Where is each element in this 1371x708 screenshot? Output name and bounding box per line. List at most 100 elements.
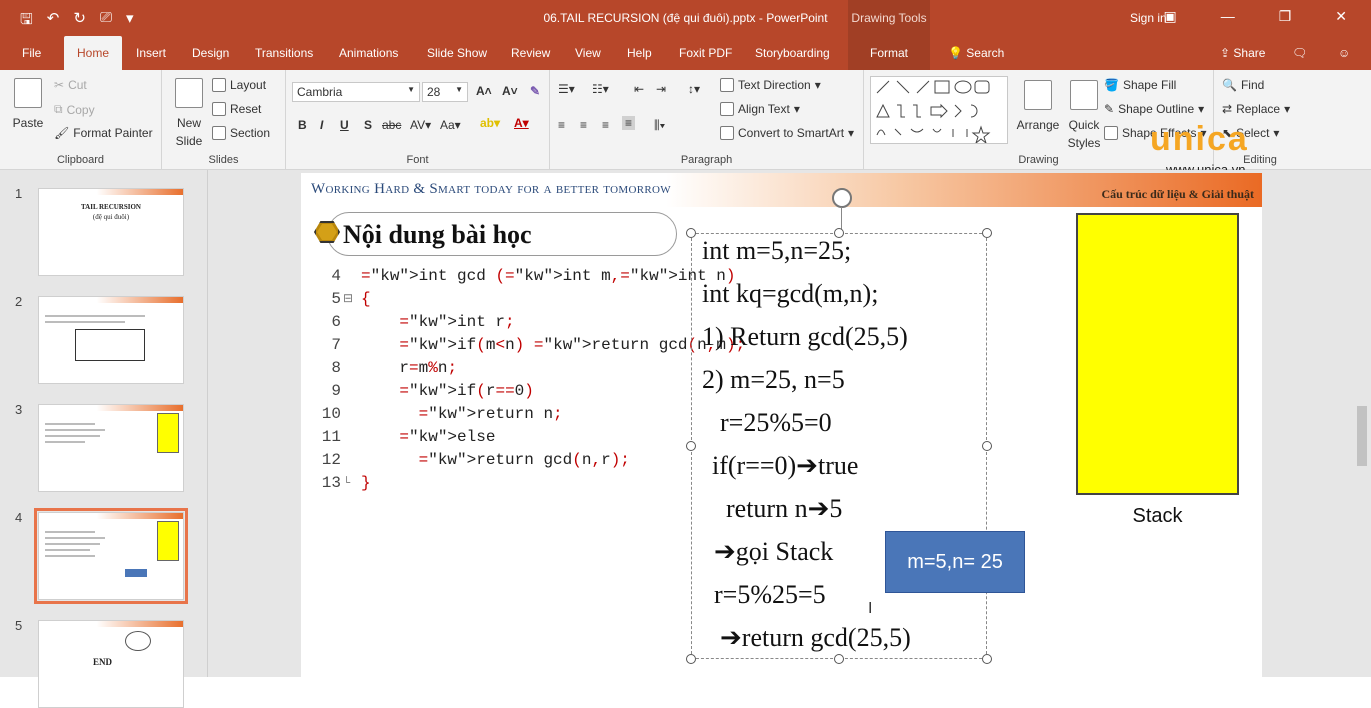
section-button[interactable]: Section	[212, 126, 270, 140]
slide-canvas[interactable]: Working Hard & Smart today for a better …	[301, 173, 1262, 677]
font-name-combo[interactable]: Cambria ▼	[292, 82, 420, 102]
convert-smartart-button[interactable]: Convert to SmartArt ▾	[720, 126, 854, 140]
resize-handle[interactable]	[686, 228, 696, 238]
columns-icon[interactable]: ⫼▾	[654, 118, 665, 133]
quick-styles-button[interactable]: Quick Styles	[1064, 80, 1104, 150]
tab-view[interactable]: View	[567, 36, 609, 70]
align-text-button[interactable]: Align Text ▾	[720, 102, 800, 116]
resize-handle[interactable]	[834, 228, 844, 238]
align-center-icon[interactable]: ≡	[580, 118, 587, 132]
window-controls: ▣ — ❐ ✕	[1163, 8, 1347, 25]
line-spacing-icon[interactable]: ↕▾	[688, 82, 700, 96]
font-color-icon[interactable]: A▾	[514, 116, 529, 130]
clear-formatting-icon[interactable]: ✎	[530, 84, 540, 98]
decrease-indent-icon[interactable]: ⇤	[634, 82, 644, 96]
align-right-icon[interactable]: ≡	[602, 118, 609, 132]
thumbnail-header-bar	[39, 405, 183, 411]
tab-review[interactable]: Review	[503, 36, 558, 70]
shape-outline-button[interactable]: ✎ Shape Outline ▾	[1104, 102, 1204, 116]
vertical-scrollbar[interactable]	[1353, 170, 1371, 677]
tab-home[interactable]: Home	[64, 36, 122, 70]
shadow-icon[interactable]: S	[364, 118, 372, 132]
line-number: 9	[331, 382, 341, 400]
tab-design[interactable]: Design	[184, 36, 237, 70]
line-number: 11	[321, 428, 341, 446]
strikethrough-icon[interactable]: abc	[382, 118, 401, 132]
numbering-icon[interactable]: ☷▾	[592, 82, 609, 96]
layout-button[interactable]: Layout	[212, 78, 266, 92]
comments-icon[interactable]: 🗨	[1284, 36, 1315, 70]
change-case-icon[interactable]: Aa▾	[440, 118, 461, 132]
justify-icon[interactable]: ≡	[622, 116, 636, 130]
tab-slide-show[interactable]: Slide Show	[419, 36, 495, 70]
copy-button[interactable]: ⧉ Copy	[54, 102, 95, 117]
text-cursor-icon: I	[868, 600, 873, 617]
paste-button[interactable]: Paste	[10, 78, 46, 130]
tell-me-search[interactable]: 💡 Search	[940, 36, 1012, 70]
highlight-icon[interactable]: ab▾	[480, 116, 500, 130]
tab-storyboarding[interactable]: Storyboarding	[747, 36, 838, 70]
slide-thumbnail-5[interactable]: END	[38, 620, 184, 708]
scrollbar-thumb[interactable]	[1357, 406, 1367, 466]
slide-thumbnail-4[interactable]	[34, 508, 188, 604]
ribbon-tabs: File Home Insert Design Transitions Anim…	[0, 36, 1371, 70]
find-button[interactable]: 🔍 Find	[1222, 78, 1264, 92]
resize-handle[interactable]	[982, 228, 992, 238]
tab-insert[interactable]: Insert	[128, 36, 174, 70]
replace-button[interactable]: ⇄ Replace ▾	[1222, 102, 1290, 116]
minimize-icon[interactable]: —	[1221, 8, 1235, 25]
bold-icon[interactable]: B	[298, 118, 307, 132]
reset-button[interactable]: Reset	[212, 102, 261, 116]
paragraph-group-label: Paragraph	[680, 154, 733, 166]
slide-thumbnail-1[interactable]: TAIL RECURSION (đệ qui đuôi)	[38, 188, 184, 276]
align-text-icon	[720, 102, 734, 116]
resize-handle[interactable]	[834, 654, 844, 664]
arrange-button[interactable]: Arrange	[1016, 80, 1060, 132]
new-slide-button[interactable]: New Slide	[168, 78, 210, 148]
decrease-font-icon[interactable]: A˅	[502, 84, 518, 98]
line-number: 7	[331, 336, 341, 354]
close-icon[interactable]: ✕	[1335, 8, 1347, 25]
tab-animations[interactable]: Animations	[331, 36, 406, 70]
format-painter-button[interactable]: 🖌 Format Painter	[54, 126, 153, 140]
thumbnail-subtitle: (đệ qui đuôi)	[92, 213, 130, 221]
slide-thumbnail-3[interactable]	[38, 404, 184, 492]
tab-format[interactable]: Format	[848, 36, 930, 70]
code-line: 13 └}	[315, 472, 675, 495]
character-spacing-icon[interactable]: AV▾	[410, 118, 431, 132]
text-direction-button[interactable]: Text Direction ▾	[720, 78, 821, 92]
tab-foxit-pdf[interactable]: Foxit PDF	[671, 36, 740, 70]
smiley-feedback-icon[interactable]: ☺	[1330, 36, 1358, 70]
resize-handle[interactable]	[686, 654, 696, 664]
tab-transitions[interactable]: Transitions	[247, 36, 321, 70]
resize-handle[interactable]	[982, 654, 992, 664]
shape-fill-button[interactable]: 🪣 Shape Fill	[1104, 78, 1176, 92]
italic-icon[interactable]: I	[320, 118, 323, 132]
shapes-gallery[interactable]	[870, 76, 1008, 145]
stack-rectangle[interactable]	[1076, 213, 1239, 495]
bullets-icon[interactable]: ☰▾	[558, 82, 575, 96]
cut-button[interactable]: ✂ Cut	[54, 78, 87, 92]
share-button[interactable]: ⇪ Share	[1212, 36, 1273, 70]
slide-thumbnail-2[interactable]	[38, 296, 184, 384]
font-size-combo[interactable]: 28 ▼	[422, 82, 468, 102]
slide-header-band: Working Hard & Smart today for a better …	[301, 173, 1262, 207]
code-block[interactable]: 4 ="kw">int gcd (="kw">int m,="kw">int n)…	[315, 265, 745, 495]
align-left-icon[interactable]: ≡	[558, 118, 565, 132]
restore-icon[interactable]: ❐	[1279, 8, 1292, 25]
selected-text-box[interactable]: int m=5,n=25; int kq=gcd(m,n); 1) Return g…	[691, 233, 987, 659]
textbox-line: r=5%25=5	[714, 580, 826, 609]
ribbon-display-options-icon[interactable]: ▣	[1163, 8, 1176, 25]
increase-font-icon[interactable]: A˄	[476, 84, 492, 98]
underline-icon[interactable]: U	[340, 118, 349, 132]
resize-handle[interactable]	[686, 441, 696, 451]
tab-file[interactable]: File	[14, 36, 49, 70]
tab-help[interactable]: Help	[619, 36, 660, 70]
new-slide-label-2: Slide	[175, 134, 203, 148]
rotate-handle-icon[interactable]	[832, 188, 852, 208]
sign-in-link[interactable]: Sign in	[1130, 11, 1167, 25]
resize-handle[interactable]	[982, 441, 992, 451]
line-number: 6	[331, 313, 341, 331]
increase-indent-icon[interactable]: ⇥	[656, 82, 666, 96]
stack-frame-box[interactable]: m=5,n= 25	[885, 531, 1025, 593]
